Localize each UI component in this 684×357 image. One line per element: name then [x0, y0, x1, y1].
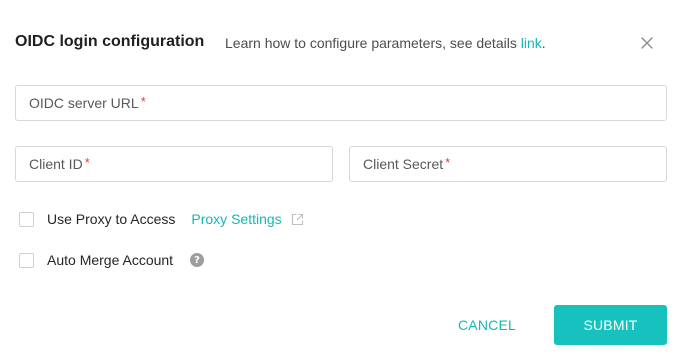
dialog-subtitle: Learn how to configure parameters, see d…	[225, 35, 546, 51]
docs-link[interactable]: link	[521, 35, 542, 51]
client-secret-placeholder: Client Secret	[363, 156, 444, 172]
submit-button[interactable]: SUBMIT	[554, 305, 667, 345]
client-secret-input[interactable]: Client Secret *	[349, 146, 667, 182]
required-mark: *	[84, 154, 90, 170]
client-id-placeholder: Client ID	[29, 156, 83, 172]
oidc-server-url-placeholder: OIDC server URL	[29, 95, 139, 111]
required-mark: *	[445, 154, 451, 170]
dialog-title: OIDC login configuration	[15, 33, 205, 50]
proxy-settings-link[interactable]: Proxy Settings	[191, 211, 281, 227]
subtitle-period: .	[541, 35, 546, 51]
subtitle-text: Learn how to configure parameters, see d…	[225, 35, 521, 51]
oidc-config-dialog: OIDC login configuration Learn how to co…	[0, 0, 684, 357]
auto-merge-checkbox[interactable]	[19, 252, 34, 268]
close-icon[interactable]	[638, 34, 656, 52]
client-id-input[interactable]: Client ID *	[15, 146, 333, 182]
auto-merge-row: Auto Merge Account ?	[19, 250, 205, 270]
auto-merge-label: Auto Merge Account	[47, 252, 174, 268]
required-mark: *	[140, 93, 146, 109]
cancel-button[interactable]: CANCEL	[446, 305, 528, 345]
external-link-icon[interactable]	[291, 213, 304, 226]
use-proxy-label: Use Proxy to Access	[47, 211, 176, 227]
use-proxy-checkbox[interactable]	[19, 211, 34, 227]
oidc-server-url-input[interactable]: OIDC server URL *	[15, 85, 667, 121]
help-icon[interactable]: ?	[190, 253, 205, 267]
use-proxy-row: Use Proxy to Access Proxy Settings	[19, 209, 304, 229]
dialog-header: OIDC login configuration Learn how to co…	[15, 30, 664, 56]
